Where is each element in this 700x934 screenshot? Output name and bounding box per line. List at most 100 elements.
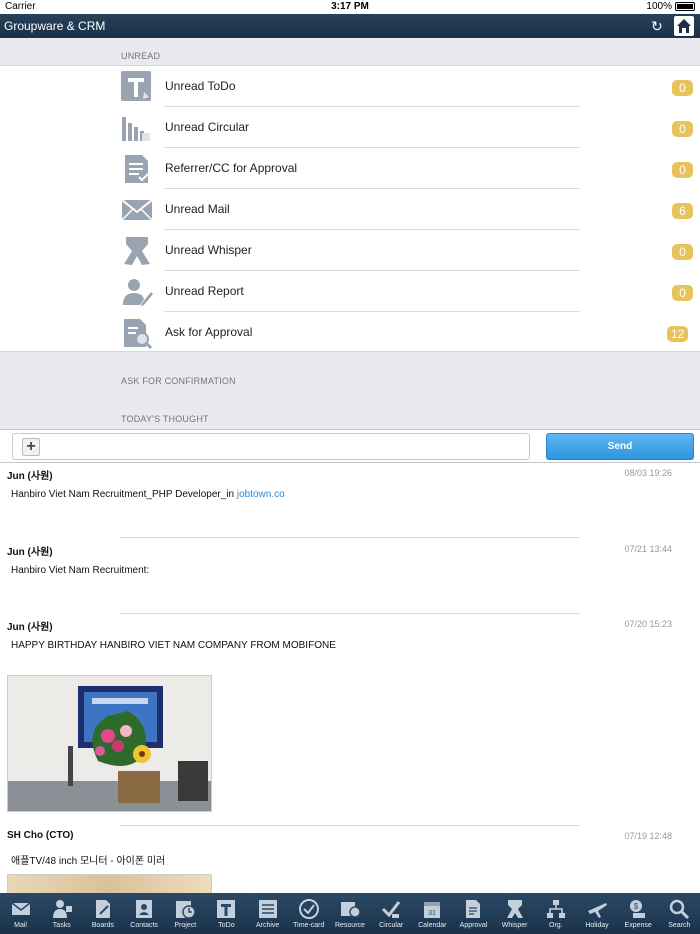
unread-todo-row[interactable]: Unread ToDo bbox=[120, 66, 580, 107]
post-divider bbox=[120, 825, 580, 826]
thought-feed: Jun (사원) 08/03 19:26 Hanbiro Viet Nam Re… bbox=[0, 463, 700, 893]
tasks-icon bbox=[52, 900, 72, 918]
status-bar: Carrier 3:17 PM 100% bbox=[0, 0, 700, 14]
time-card-icon bbox=[298, 899, 319, 919]
tab-label: Holiday bbox=[585, 922, 609, 929]
post-time: 08/03 19:26 bbox=[624, 468, 672, 478]
tab-time-card[interactable]: Time-card bbox=[288, 893, 329, 934]
section-unread-header: UNREAD bbox=[121, 51, 161, 61]
post-time: 07/21 13:44 bbox=[624, 544, 672, 554]
flower-photo-image bbox=[8, 676, 211, 811]
unread-todo-label: Unread ToDo bbox=[165, 79, 236, 93]
tab-label: Resource bbox=[334, 922, 365, 929]
mail-icon bbox=[11, 902, 31, 915]
tab-approval[interactable]: Approval bbox=[453, 893, 494, 934]
mail-count-badge: 6 bbox=[672, 203, 693, 219]
circular-icon bbox=[122, 117, 150, 141]
airplane-icon bbox=[587, 903, 607, 918]
thought-composer: + Send bbox=[0, 429, 700, 463]
thought-input[interactable]: + bbox=[12, 433, 530, 460]
tab-whisper[interactable]: Whisper bbox=[494, 893, 535, 934]
tab-calendar[interactable]: 31 Calendar bbox=[412, 893, 453, 934]
tab-mail[interactable]: Mail bbox=[0, 893, 41, 934]
tab-label: Calendar bbox=[418, 922, 447, 929]
calendar-icon: 31 bbox=[424, 902, 441, 918]
bottom-tab-bar: Mail Tasks Boards Contacts Project ToDo … bbox=[0, 893, 700, 934]
tab-label: Search bbox=[668, 922, 691, 929]
tab-expense[interactable]: $ Expense bbox=[618, 893, 659, 934]
post-author: Jun (사원) bbox=[7, 471, 53, 482]
tab-label: Approval bbox=[459, 922, 488, 929]
unread-whisper-label: Unread Whisper bbox=[165, 243, 252, 257]
report-count-badge: 0 bbox=[672, 285, 693, 301]
tab-search[interactable]: Search bbox=[659, 893, 700, 934]
archive-icon bbox=[258, 900, 277, 918]
battery-icon bbox=[675, 2, 695, 11]
post-body: Hanbiro Viet Nam Recruitment_PHP Develop… bbox=[11, 489, 285, 500]
section-thought-header: TODAY'S THOUGHT bbox=[121, 414, 209, 424]
circular-icon bbox=[382, 901, 401, 918]
tab-label: Contacts bbox=[130, 922, 158, 929]
post-divider bbox=[120, 537, 580, 538]
home-icon bbox=[677, 19, 691, 33]
referrer-cc-approval-row[interactable]: Referrer/CC for Approval bbox=[120, 148, 580, 189]
referrer-count-badge: 0 bbox=[672, 162, 693, 178]
unread-circular-row[interactable]: Unread Circular bbox=[120, 107, 580, 148]
unread-list: Unread ToDo Unread Circular Referrer/CC … bbox=[0, 65, 700, 352]
post-divider bbox=[120, 613, 580, 614]
ask-for-approval-label: Ask for Approval bbox=[165, 325, 253, 339]
approval-icon bbox=[466, 900, 481, 918]
tab-label: Mail bbox=[14, 922, 27, 929]
section-confirmation-header: ASK FOR CONFIRMATION bbox=[121, 376, 236, 386]
post-photo[interactable] bbox=[7, 675, 212, 812]
tab-label: Tasks bbox=[52, 922, 71, 929]
post-time: 07/19 12:48 bbox=[624, 831, 672, 841]
whisper-count-badge: 0 bbox=[672, 244, 693, 260]
battery-status: 100% bbox=[646, 1, 695, 12]
approval-search-icon bbox=[124, 319, 153, 350]
battery-label: 100% bbox=[646, 1, 672, 12]
tab-label: Org. bbox=[549, 922, 563, 929]
circular-count-badge: 0 bbox=[672, 121, 693, 137]
tab-boards[interactable]: Boards bbox=[82, 893, 123, 934]
app-title: Groupware & CRM bbox=[4, 19, 106, 33]
unread-whisper-row[interactable]: Unread Whisper bbox=[120, 230, 580, 271]
tab-contacts[interactable]: Contacts bbox=[124, 893, 165, 934]
tab-org[interactable]: Org. bbox=[535, 893, 576, 934]
ask-for-approval-row[interactable]: Ask for Approval bbox=[120, 312, 580, 353]
tab-label: Expense bbox=[624, 922, 652, 929]
post-photo[interactable] bbox=[7, 874, 212, 893]
search-icon bbox=[670, 899, 690, 920]
tab-resource[interactable]: Resource bbox=[329, 893, 370, 934]
post-author: Jun (사원) bbox=[7, 622, 53, 633]
document-check-icon bbox=[125, 155, 149, 183]
tab-archive[interactable]: Archive bbox=[247, 893, 288, 934]
referrer-cc-approval-label: Referrer/CC for Approval bbox=[165, 161, 298, 175]
tab-circular[interactable]: Circular bbox=[371, 893, 412, 934]
tab-holiday[interactable]: Holiday bbox=[576, 893, 617, 934]
todo-icon bbox=[121, 71, 151, 101]
post-author: SH Cho (CTO) bbox=[7, 830, 74, 841]
tab-label: ToDo bbox=[218, 922, 235, 929]
refresh-icon[interactable]: ↻ bbox=[651, 18, 663, 35]
tab-label: Whisper bbox=[501, 922, 528, 929]
unread-report-row[interactable]: Unread Report bbox=[120, 271, 580, 312]
unread-circular-label: Unread Circular bbox=[165, 120, 250, 134]
tab-tasks[interactable]: Tasks bbox=[41, 893, 82, 934]
post-body: Hanbiro Viet Nam Recruitment: bbox=[11, 565, 150, 576]
tab-todo[interactable]: ToDo bbox=[206, 893, 247, 934]
tab-label: Archive bbox=[255, 922, 280, 929]
approval-count-badge: 12 bbox=[667, 326, 689, 342]
tab-project[interactable]: Project bbox=[165, 893, 206, 934]
mail-icon bbox=[121, 199, 153, 221]
project-icon bbox=[176, 901, 197, 919]
status-time: 3:17 PM bbox=[331, 1, 369, 12]
tab-label: Circular bbox=[379, 922, 404, 929]
home-button[interactable] bbox=[674, 16, 694, 36]
unread-mail-row[interactable]: Unread Mail bbox=[120, 189, 580, 230]
post-link[interactable]: jobtown.co bbox=[237, 489, 285, 500]
post-time: 07/20 15:23 bbox=[624, 619, 672, 629]
attach-plus-icon[interactable]: + bbox=[22, 438, 40, 456]
todo-icon bbox=[217, 900, 236, 918]
send-button[interactable]: Send bbox=[546, 433, 694, 460]
